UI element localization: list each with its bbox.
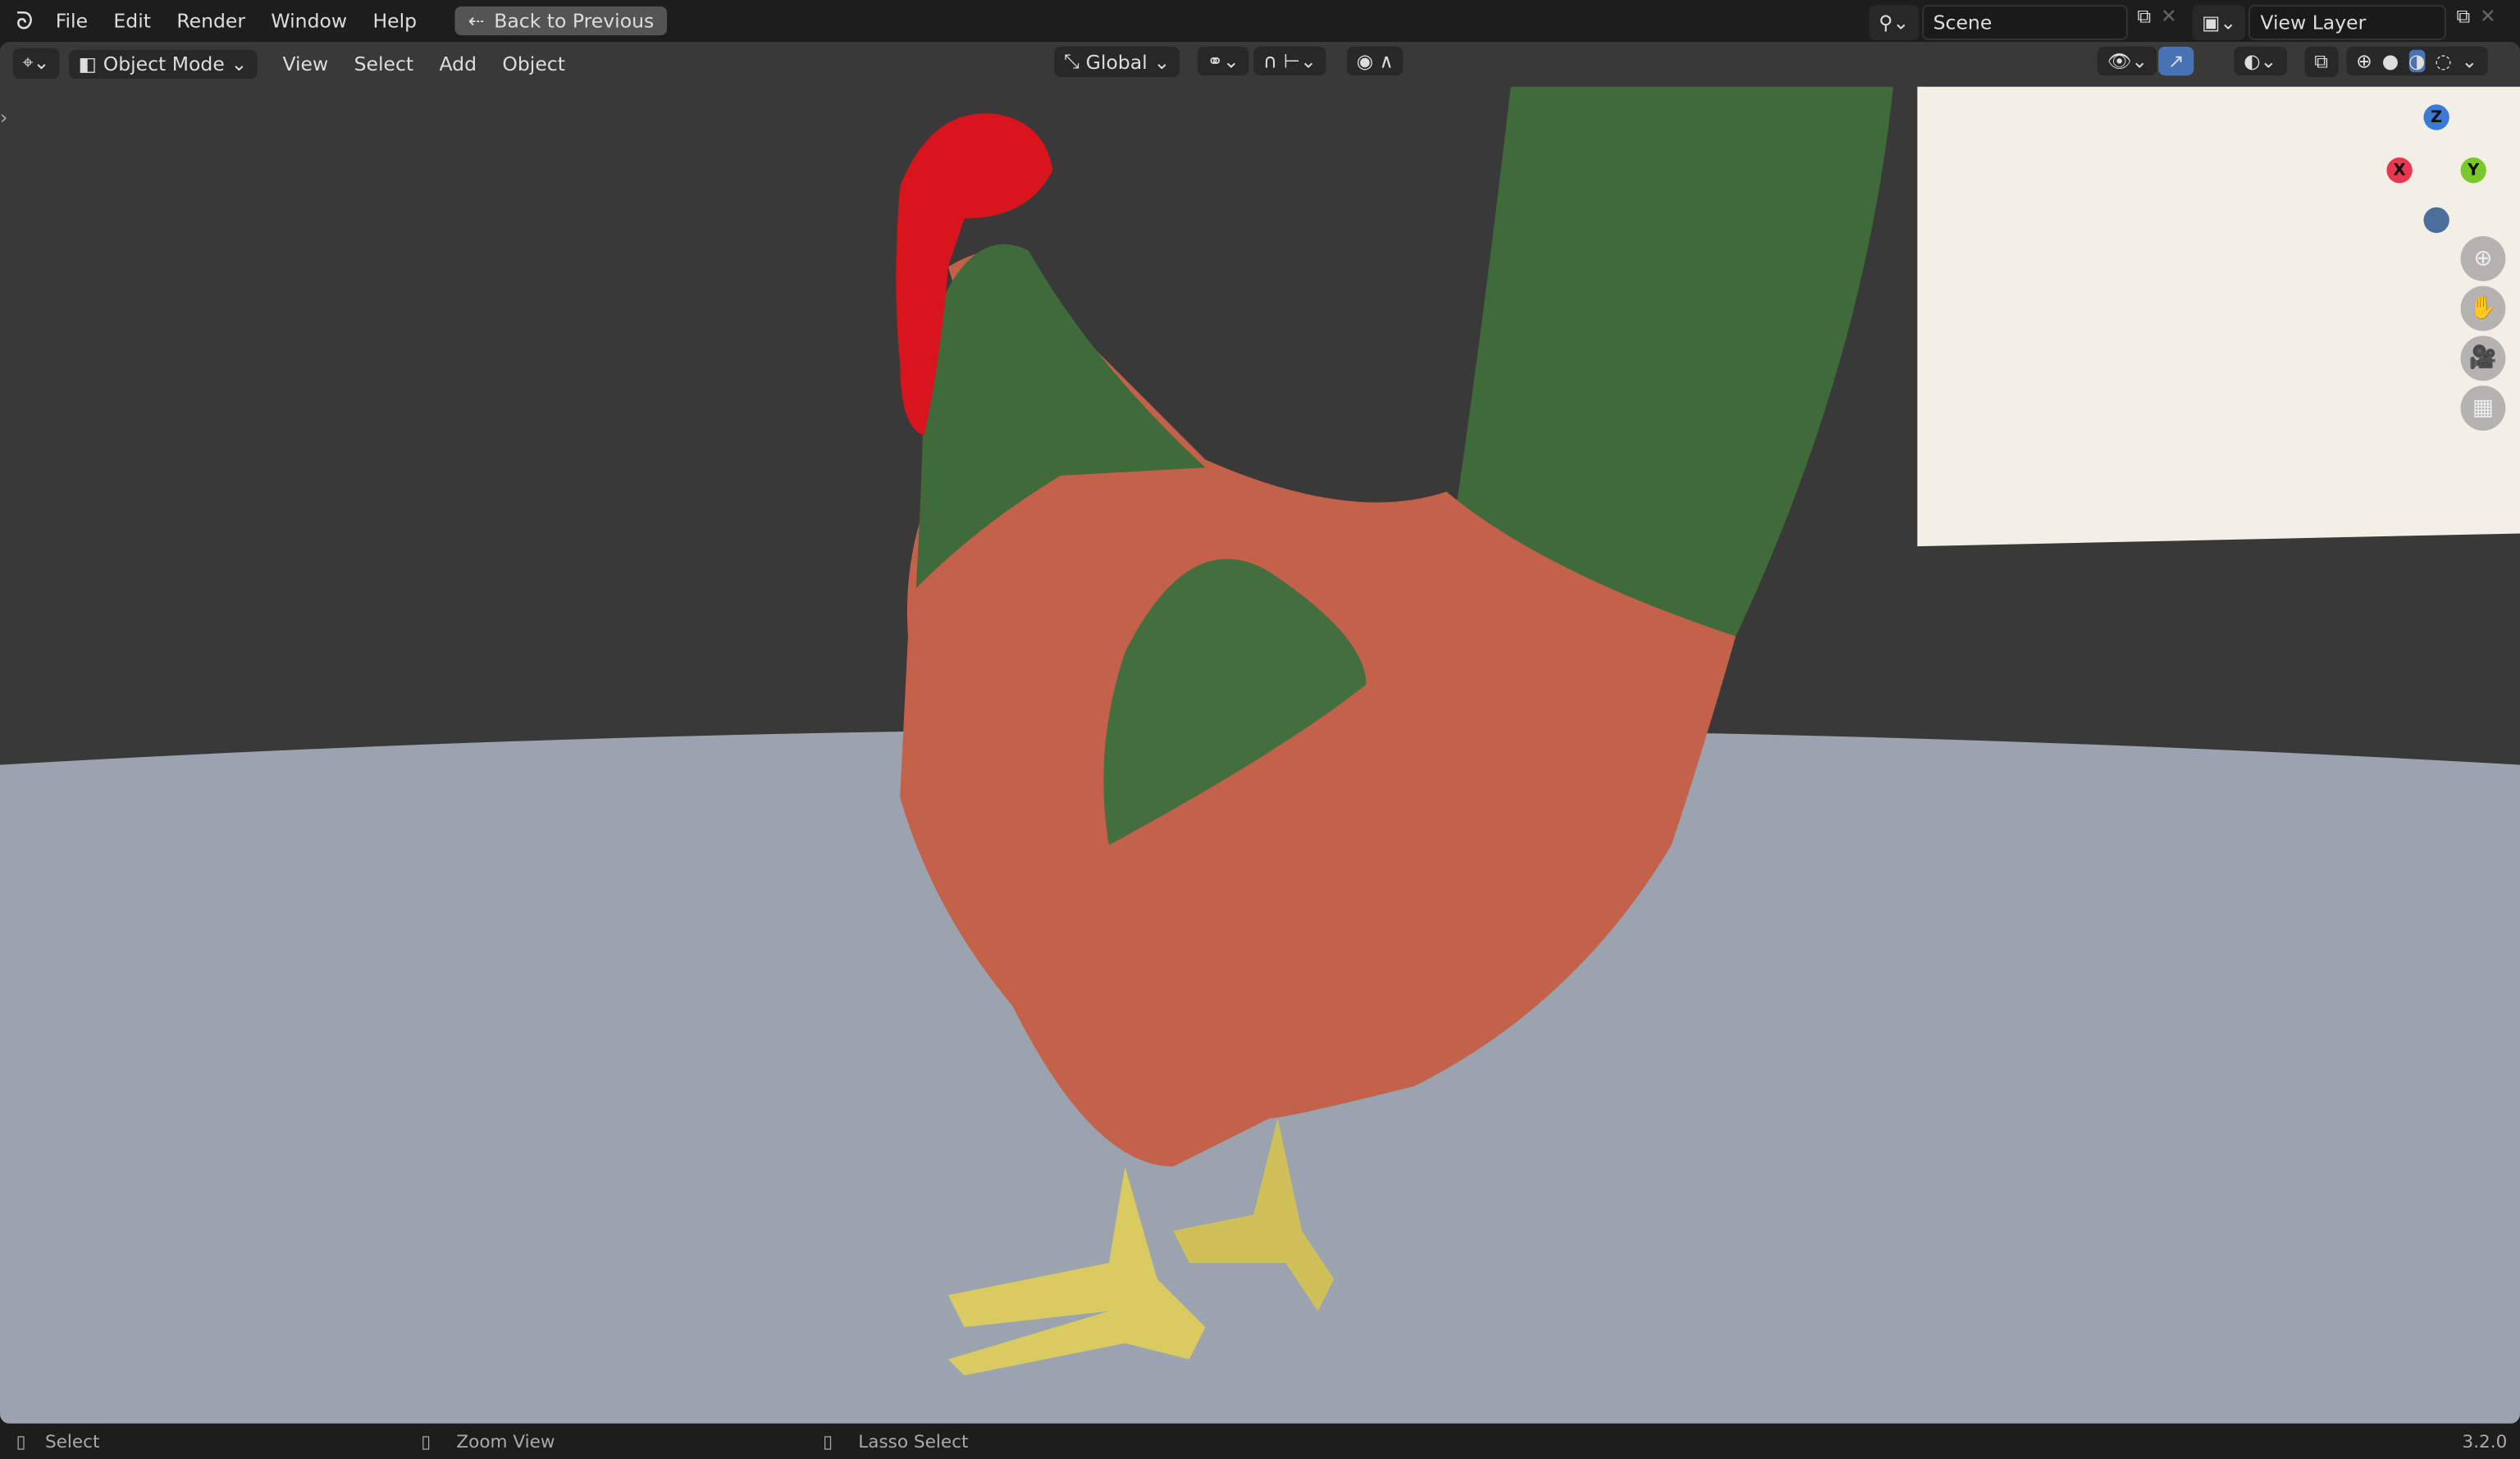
status-lasso-select: Lasso Select: [858, 1430, 969, 1452]
status-select: Select: [44, 1430, 100, 1452]
xray-icon[interactable]: ⧉: [2304, 46, 2338, 78]
chevron-down-icon[interactable]: ⌄: [2462, 50, 2478, 72]
menu-add[interactable]: Add: [427, 52, 490, 75]
view-layer-name: View Layer: [2260, 11, 2367, 34]
scene-selector: ⚲⌄ Scene ⧉ ✕: [1869, 4, 2177, 40]
material-preview-icon[interactable]: ◑: [2408, 49, 2426, 73]
wireframe-shading-icon[interactable]: ⊕: [2356, 50, 2372, 72]
view-layer-selector: ▣⌄ View Layer ⧉ ✕: [2192, 4, 2496, 40]
status-bar: ▯ Select ▯ Zoom View ▯ Lasso Select 3.2.0: [0, 1423, 2520, 1459]
back-label: Back to Previous: [494, 9, 655, 33]
menu-file[interactable]: File: [43, 10, 101, 32]
visibility-icon[interactable]: 👁⌄: [2097, 46, 2157, 76]
shading-modes: ⊕ ● ◑ ◌ ⌄: [2346, 46, 2488, 76]
top-bar: ᘐ File Edit Render Window Help ⇠ Back to …: [0, 0, 2520, 42]
menu-render[interactable]: Render: [164, 10, 258, 32]
menu-help[interactable]: Help: [360, 10, 430, 32]
gizmo-x-axis[interactable]: X: [2386, 157, 2413, 184]
scene-name: Scene: [1933, 11, 1993, 34]
proportional-edit-icon[interactable]: ◉ ∧: [1346, 46, 1404, 76]
back-icon: ⇠: [468, 9, 485, 33]
orientation-dropdown[interactable]: ⤡ Global ⌄: [1054, 46, 1180, 78]
gizmo-y-axis[interactable]: Y: [2460, 157, 2486, 184]
menu-view[interactable]: View: [270, 52, 341, 75]
chevron-down-icon: ⌄: [1153, 50, 1171, 74]
rendered-shading-icon[interactable]: ◌: [2435, 50, 2452, 72]
zoom-view-icon[interactable]: ⊕: [2460, 236, 2506, 281]
menu-window[interactable]: Window: [258, 10, 360, 32]
orientation-label: Global: [1085, 50, 1148, 74]
copy-view-layer-icon[interactable]: ⧉: [2450, 5, 2477, 40]
menu-edit[interactable]: Edit: [101, 10, 164, 32]
view-layer-field[interactable]: View Layer: [2248, 4, 2447, 40]
editor-type-icon[interactable]: ⌖⌄: [12, 48, 60, 80]
scene-render: [0, 86, 2520, 1424]
scene-field[interactable]: Scene: [1921, 4, 2128, 40]
camera-view-icon[interactable]: 🎥: [2460, 335, 2506, 381]
version-label: 3.2.0: [2462, 1430, 2508, 1452]
snap-icon[interactable]: ∩ ⊢⌄: [1253, 46, 1326, 76]
gizmo-z-axis[interactable]: Z: [2423, 104, 2449, 130]
mouse-right-icon: ▯: [823, 1430, 833, 1452]
toolbar-expand-icon[interactable]: ›: [0, 106, 7, 128]
menu-select[interactable]: Select: [341, 52, 427, 75]
pan-hand-icon[interactable]: ✋: [2460, 285, 2506, 331]
orientation-icon: ⤡: [1063, 49, 1080, 73]
gizmo-negative-z[interactable]: [2423, 207, 2449, 234]
backdrop-card: [1917, 86, 2520, 547]
status-zoom-view: Zoom View: [456, 1430, 555, 1452]
mouse-left-icon: ▯: [16, 1430, 26, 1452]
back-to-previous-button[interactable]: ⇠ Back to Previous: [455, 6, 667, 36]
overlays-icon[interactable]: ◐⌄: [2234, 46, 2287, 76]
3d-viewport[interactable]: Z X Y ⊕ ✋ 🎥 ▦ ›: [0, 41, 2520, 1424]
ortho-grid-icon[interactable]: ▦: [2460, 385, 2506, 431]
blender-logo-icon[interactable]: ᘐ: [0, 7, 43, 35]
gizmo-toggle-icon[interactable]: ↗: [2158, 46, 2194, 76]
mode-label: Object Mode: [103, 52, 225, 75]
mode-dropdown[interactable]: ◧ Object Mode ⌄: [68, 48, 258, 79]
chevron-down-icon: ⌄: [231, 52, 248, 75]
mouse-middle-icon: ▯: [421, 1430, 431, 1452]
copy-scene-icon[interactable]: ⧉: [2131, 5, 2157, 40]
viewport-header: ⌖⌄ ◧ Object Mode ⌄ View Select Add Object …: [0, 42, 2520, 85]
delete-scene-icon[interactable]: ✕: [2161, 5, 2177, 40]
delete-view-layer-icon[interactable]: ✕: [2480, 5, 2496, 40]
view-layer-icon[interactable]: ▣⌄: [2192, 4, 2246, 40]
solid-shading-icon[interactable]: ●: [2382, 50, 2399, 72]
scene-icon[interactable]: ⚲⌄: [1869, 4, 1919, 40]
pivot-point-icon[interactable]: ⚭⌄: [1197, 46, 1249, 76]
object-mode-icon: ◧: [78, 52, 97, 75]
menu-object[interactable]: Object: [490, 52, 578, 75]
